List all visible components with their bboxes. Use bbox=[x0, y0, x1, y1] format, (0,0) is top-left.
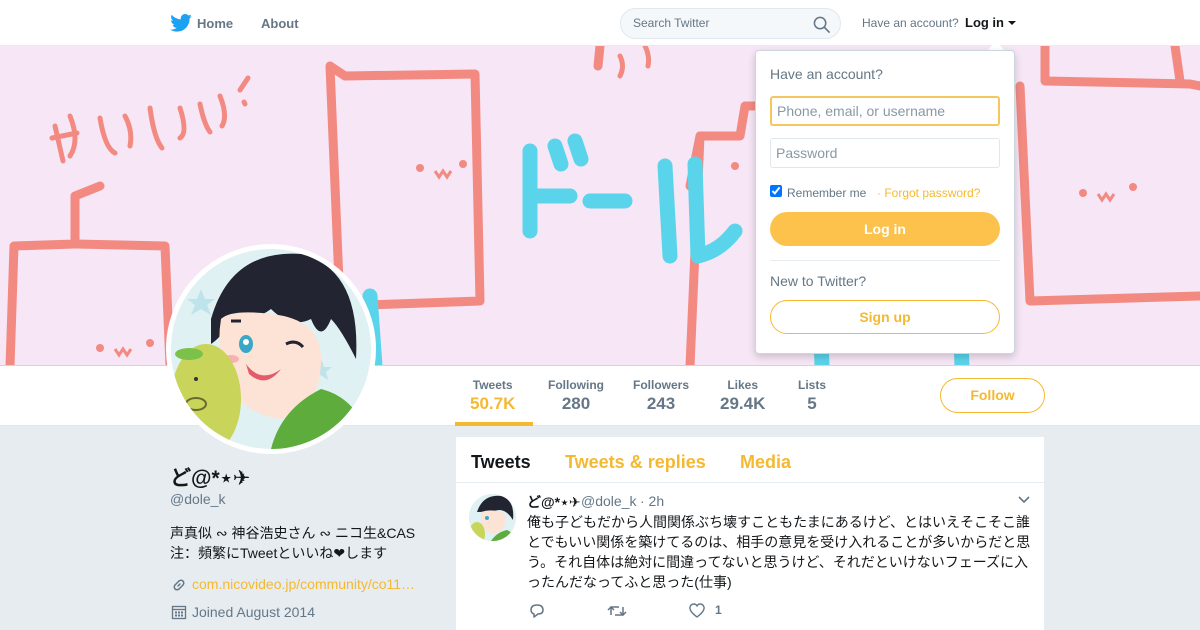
retweet-icon[interactable] bbox=[607, 603, 627, 619]
avatar-illustration bbox=[171, 249, 371, 449]
profile-url-link[interactable]: com.nicovideo.jp/community/co11… bbox=[192, 576, 415, 592]
bio-line: 注：頻繁にTweetといいね❤︎します bbox=[170, 545, 388, 561]
link-icon bbox=[173, 579, 185, 591]
tab-media[interactable]: Media bbox=[740, 452, 791, 473]
follow-button[interactable]: Follow bbox=[940, 378, 1045, 413]
nav-about-link[interactable]: About bbox=[261, 16, 299, 31]
login-dropdown: Have an account? Remember me · Forgot pa… bbox=[755, 50, 1015, 354]
twitter-bird-icon[interactable] bbox=[170, 14, 192, 32]
tab-tweets[interactable]: Tweets bbox=[471, 452, 531, 473]
have-account-text: Have an account? bbox=[862, 16, 959, 30]
tweet-text: 俺も子どもだから人間関係ぶち壊すこともたまにあるけど、とはいえそこそこ誰とでもい… bbox=[527, 514, 1031, 590]
search-box[interactable]: Search Twitter bbox=[620, 8, 841, 39]
username-field[interactable] bbox=[770, 96, 1000, 126]
stat-label: Tweets bbox=[472, 378, 513, 392]
calendar-icon bbox=[171, 605, 187, 620]
stat-value: 5 bbox=[807, 394, 817, 413]
tweet-timestamp[interactable]: · 2h bbox=[640, 493, 664, 509]
stat-label: Following bbox=[548, 378, 604, 392]
profile-handle[interactable]: @dole_k bbox=[170, 491, 225, 507]
remember-me-label[interactable]: Remember me bbox=[787, 186, 866, 200]
stat-value: 50.7K bbox=[470, 394, 516, 413]
stat-label: Likes bbox=[727, 378, 759, 392]
password-field[interactable] bbox=[770, 138, 1000, 168]
stat-value: 243 bbox=[646, 394, 676, 413]
search-input[interactable]: Search Twitter bbox=[633, 16, 709, 30]
top-nav: Home About Search Twitter Have an accoun… bbox=[0, 0, 1200, 46]
heart-icon[interactable] bbox=[688, 603, 706, 619]
reply-icon[interactable] bbox=[528, 603, 546, 619]
stat-likes[interactable]: Likes 29.4K bbox=[720, 378, 765, 414]
stat-value: 29.4K bbox=[720, 394, 766, 413]
timeline: Tweets Tweets & replies Media ど@*⋆✈ @dol… bbox=[456, 437, 1044, 630]
bio-line: 声真似 ∾ 神谷浩史さん ∾ ニコ生&CAS bbox=[170, 525, 416, 541]
timeline-tabs: Tweets Tweets & replies Media bbox=[456, 437, 1044, 483]
like-count: 1 bbox=[715, 603, 722, 617]
login-button[interactable]: Log in bbox=[770, 212, 1000, 246]
nav-home-link[interactable]: Home bbox=[197, 16, 233, 31]
chevron-down-icon[interactable] bbox=[1017, 495, 1031, 505]
joined-date: Joined August 2014 bbox=[192, 604, 315, 620]
new-to-twitter-text: New to Twitter? bbox=[770, 273, 867, 289]
search-icon[interactable] bbox=[813, 16, 830, 33]
stat-tweets[interactable]: Tweets 50.7K bbox=[470, 378, 515, 414]
signup-button[interactable]: Sign up bbox=[770, 300, 1000, 334]
stat-following[interactable]: Following 280 bbox=[548, 378, 604, 414]
forgot-password-link[interactable]: · Forgot password? bbox=[877, 186, 980, 200]
dropdown-title: Have an account? bbox=[770, 66, 883, 82]
tweet-avatar[interactable] bbox=[469, 494, 516, 541]
remember-me-checkbox[interactable] bbox=[770, 185, 782, 197]
tab-tweets-replies[interactable]: Tweets & replies bbox=[565, 452, 706, 473]
profile-avatar[interactable] bbox=[166, 244, 376, 454]
divider bbox=[770, 260, 1000, 261]
stat-label: Followers bbox=[633, 378, 690, 392]
stat-label: Lists bbox=[798, 378, 827, 392]
stat-followers[interactable]: Followers 243 bbox=[633, 378, 689, 414]
stat-lists[interactable]: Lists 5 bbox=[798, 378, 826, 414]
tweet-author-name[interactable]: ど@*⋆✈ bbox=[527, 492, 581, 512]
active-tab-underline bbox=[455, 422, 533, 426]
tweet-avatar-illustration bbox=[469, 494, 516, 541]
stat-value: 280 bbox=[561, 394, 591, 413]
login-dropdown-toggle[interactable]: Log in bbox=[965, 15, 1004, 30]
tweet-author-handle[interactable]: @dole_k bbox=[581, 493, 636, 509]
profile-name[interactable]: ど@*⋆✈ bbox=[170, 462, 250, 492]
caret-down-icon[interactable] bbox=[1008, 21, 1016, 25]
